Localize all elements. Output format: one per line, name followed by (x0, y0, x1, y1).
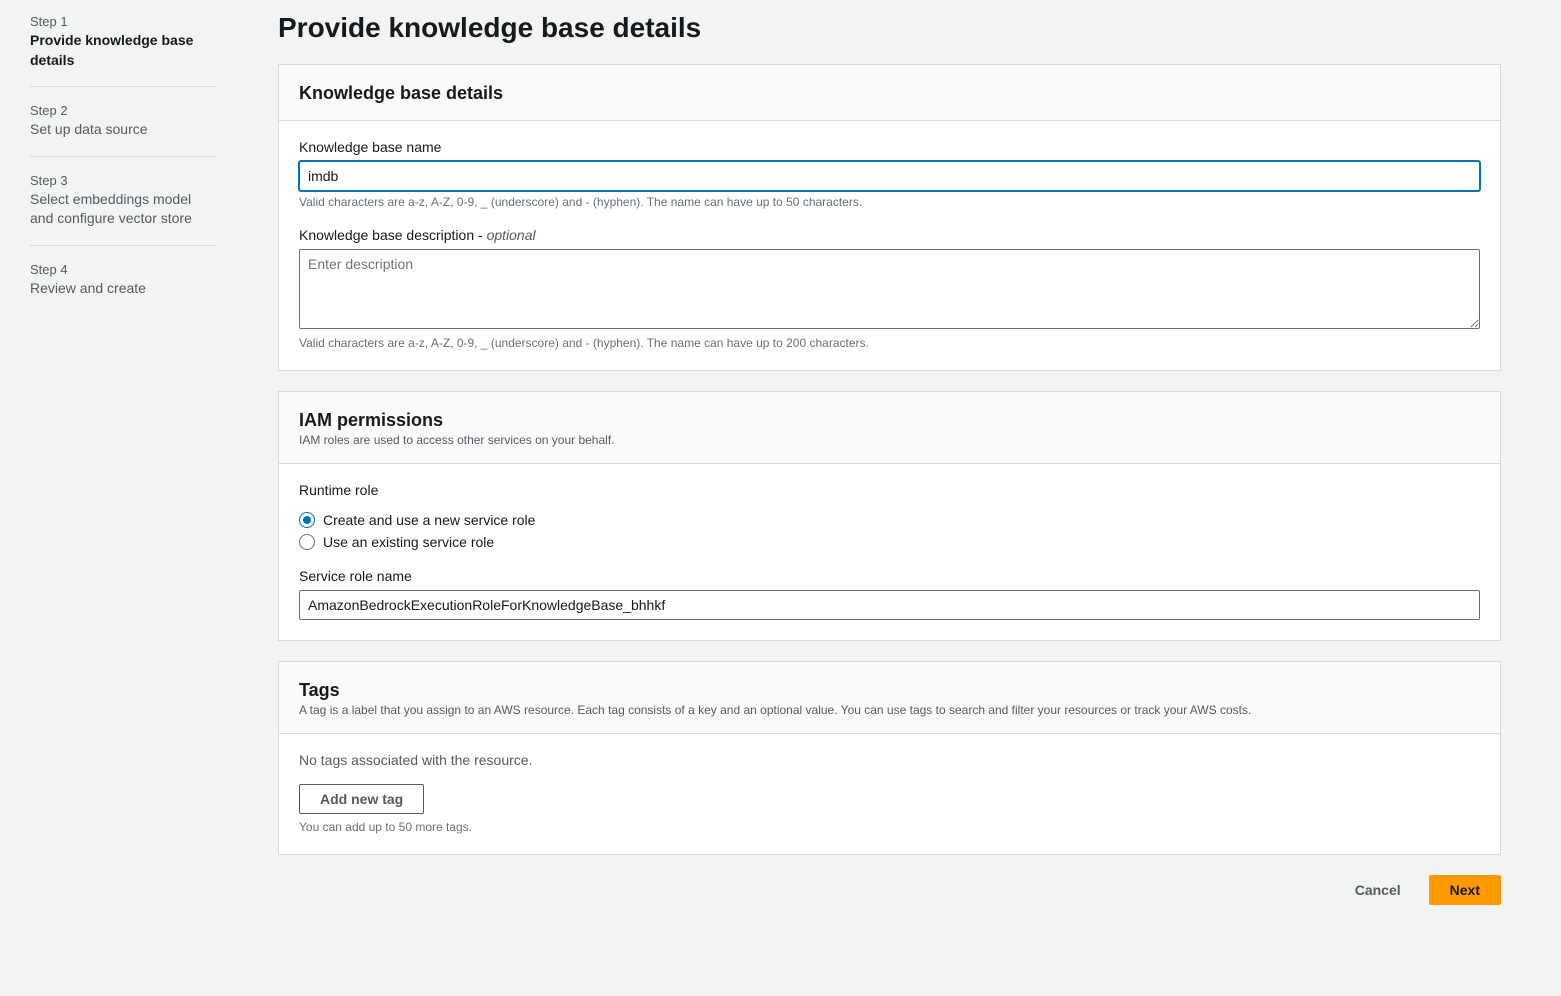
wizard-step-4[interactable]: Step 4 Review and create (30, 256, 216, 315)
panel-subtitle: A tag is a label that you assign to an A… (299, 703, 1480, 717)
kb-desc-label: Knowledge base description - optional (299, 227, 1480, 243)
radio-new-role[interactable] (299, 512, 315, 528)
step-number: Step 1 (30, 14, 216, 29)
step-number: Step 3 (30, 173, 216, 188)
panel-title: Tags (299, 680, 1480, 701)
wizard-steps-sidebar: Step 1 Provide knowledge base details St… (0, 8, 232, 925)
panel-header: Knowledge base details (279, 65, 1500, 121)
next-button[interactable]: Next (1429, 875, 1501, 905)
runtime-role-label: Runtime role (299, 482, 1480, 498)
main-content: Provide knowledge base details Knowledge… (232, 8, 1561, 925)
add-tag-button[interactable]: Add new tag (299, 784, 424, 814)
cancel-button[interactable]: Cancel (1337, 875, 1419, 905)
kb-details-panel: Knowledge base details Knowledge base na… (278, 64, 1501, 371)
radio-existing-role-row[interactable]: Use an existing service role (299, 534, 1480, 550)
radio-new-role-label[interactable]: Create and use a new service role (323, 512, 535, 528)
radio-existing-role-label[interactable]: Use an existing service role (323, 534, 494, 550)
step-title: Review and create (30, 279, 216, 299)
wizard-step-1[interactable]: Step 1 Provide knowledge base details (30, 8, 216, 87)
panel-header: IAM permissions IAM roles are used to ac… (279, 392, 1500, 464)
step-title: Set up data source (30, 120, 216, 140)
tags-panel: Tags A tag is a label that you assign to… (278, 661, 1501, 855)
wizard-step-2[interactable]: Step 2 Set up data source (30, 97, 216, 157)
kb-name-label: Knowledge base name (299, 139, 1480, 155)
kb-desc-textarea[interactable] (299, 249, 1480, 329)
panel-title: IAM permissions (299, 410, 1480, 431)
kb-name-hint: Valid characters are a-z, A-Z, 0-9, _ (u… (299, 195, 1480, 209)
footer-actions: Cancel Next (278, 875, 1501, 905)
panel-subtitle: IAM roles are used to access other servi… (299, 433, 1480, 447)
step-title: Select embeddings model and configure ve… (30, 190, 216, 229)
panel-title: Knowledge base details (299, 83, 1480, 104)
service-role-name-input[interactable] (299, 590, 1480, 620)
radio-new-role-row[interactable]: Create and use a new service role (299, 512, 1480, 528)
service-role-name-label: Service role name (299, 568, 1480, 584)
step-number: Step 4 (30, 262, 216, 277)
tags-limit-hint: You can add up to 50 more tags. (299, 820, 1480, 834)
kb-desc-hint: Valid characters are a-z, A-Z, 0-9, _ (u… (299, 336, 1480, 350)
panel-header: Tags A tag is a label that you assign to… (279, 662, 1500, 734)
step-title: Provide knowledge base details (30, 31, 216, 70)
iam-panel: IAM permissions IAM roles are used to ac… (278, 391, 1501, 641)
page-title: Provide knowledge base details (278, 12, 1501, 44)
no-tags-text: No tags associated with the resource. (299, 752, 1480, 768)
wizard-step-3[interactable]: Step 3 Select embeddings model and confi… (30, 167, 216, 246)
radio-existing-role[interactable] (299, 534, 315, 550)
step-number: Step 2 (30, 103, 216, 118)
kb-name-input[interactable] (299, 161, 1480, 191)
